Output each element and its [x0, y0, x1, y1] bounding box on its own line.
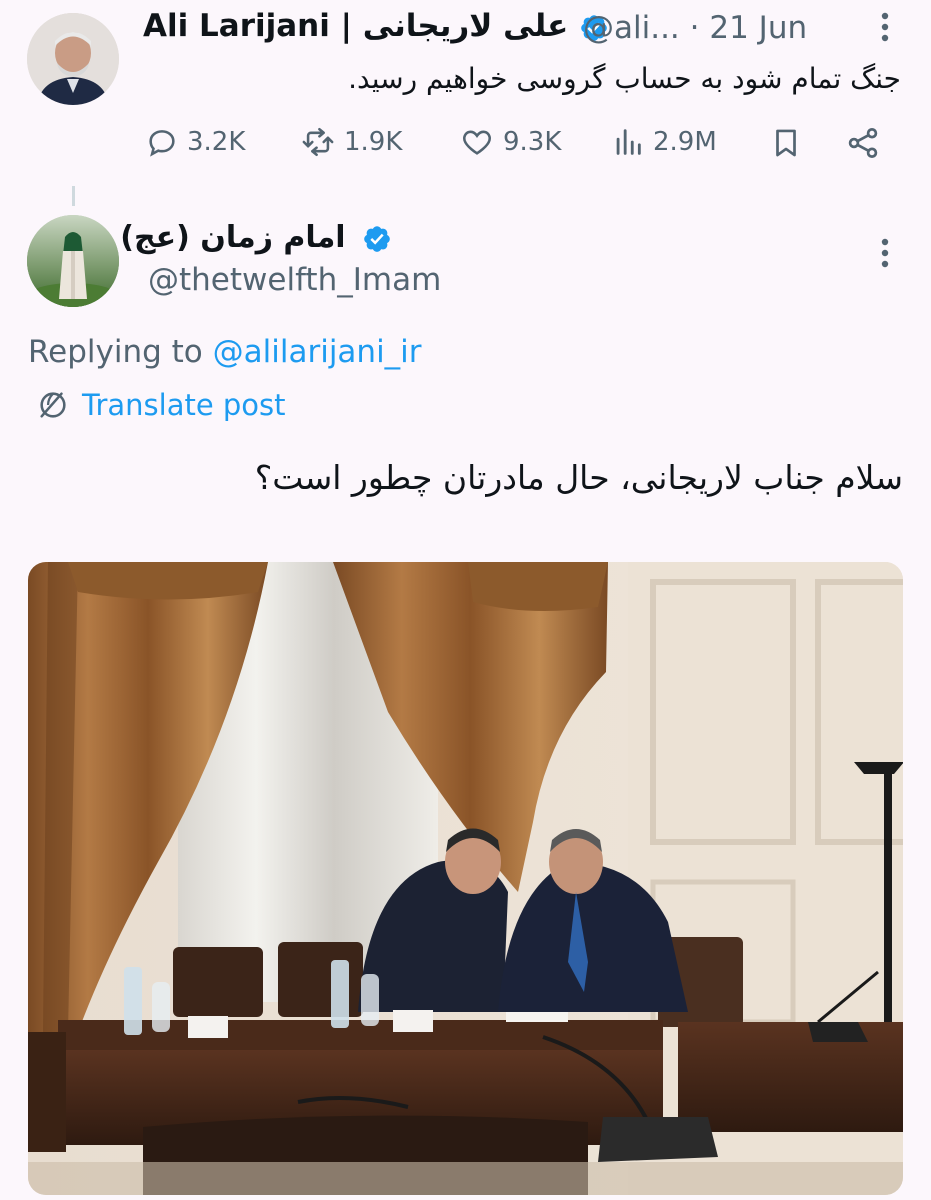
views-button[interactable]: 2.9M — [611, 125, 717, 159]
post-actions: 3.2K 1.9K 9.3K 2.9M — [145, 125, 895, 169]
repost-icon — [300, 125, 336, 159]
views-count: 2.9M — [653, 127, 717, 157]
author-name[interactable]: Ali Larijani | علی لاریجانی — [143, 8, 609, 44]
author-name-text: Ali Larijani | علی لاریجانی — [143, 8, 569, 44]
post-date[interactable]: 21 Jun — [709, 10, 807, 46]
reply-button[interactable]: 3.2K — [145, 125, 245, 159]
like-button[interactable]: 9.3K — [459, 125, 561, 159]
bookmark-icon — [769, 125, 803, 161]
post-media-image[interactable] — [28, 562, 903, 1195]
replying-to-label: Replying to — [28, 334, 213, 370]
more-vertical-icon[interactable] — [871, 236, 899, 270]
avatar-ali-larijani[interactable] — [27, 13, 119, 105]
separator-dot: · — [689, 10, 700, 46]
bookmark-button[interactable] — [769, 125, 803, 161]
views-icon — [611, 125, 645, 159]
author-name[interactable]: امام زمان (عج) — [120, 220, 392, 255]
translate-post-label: Translate post — [82, 388, 286, 422]
translate-icon — [36, 388, 70, 422]
translate-post-button[interactable]: Translate post — [36, 388, 286, 422]
replying-to-line: Replying to @alilarijani_ir — [28, 334, 422, 370]
heart-icon — [459, 125, 495, 159]
post-text: جنگ تمام شود به حساب گروسی خواهیم رسید. — [348, 62, 901, 95]
repost-button[interactable]: 1.9K — [300, 125, 402, 159]
reply-icon — [145, 125, 179, 159]
author-handle[interactable]: @thetwelfth_Imam — [148, 262, 441, 298]
like-count: 9.3K — [503, 127, 562, 157]
share-button[interactable] — [845, 125, 881, 161]
author-handle-and-date: @ali... · 21 Jun — [583, 10, 807, 46]
more-vertical-icon[interactable] — [871, 10, 899, 44]
replying-to-handle-link[interactable]: @alilarijani_ir — [213, 334, 422, 370]
share-icon — [845, 125, 881, 161]
author-name-text: امام زمان (عج) — [120, 220, 346, 255]
author-handle[interactable]: @ali... — [583, 10, 680, 46]
repost-count: 1.9K — [344, 127, 403, 157]
post-text: سلام جناب لاریجانی، حال مادرتان چطور است… — [254, 458, 903, 497]
thread-connector — [72, 186, 75, 206]
reply-count: 3.2K — [187, 127, 246, 157]
verified-badge-icon — [362, 224, 392, 254]
avatar-twelfth-imam[interactable] — [27, 215, 119, 307]
